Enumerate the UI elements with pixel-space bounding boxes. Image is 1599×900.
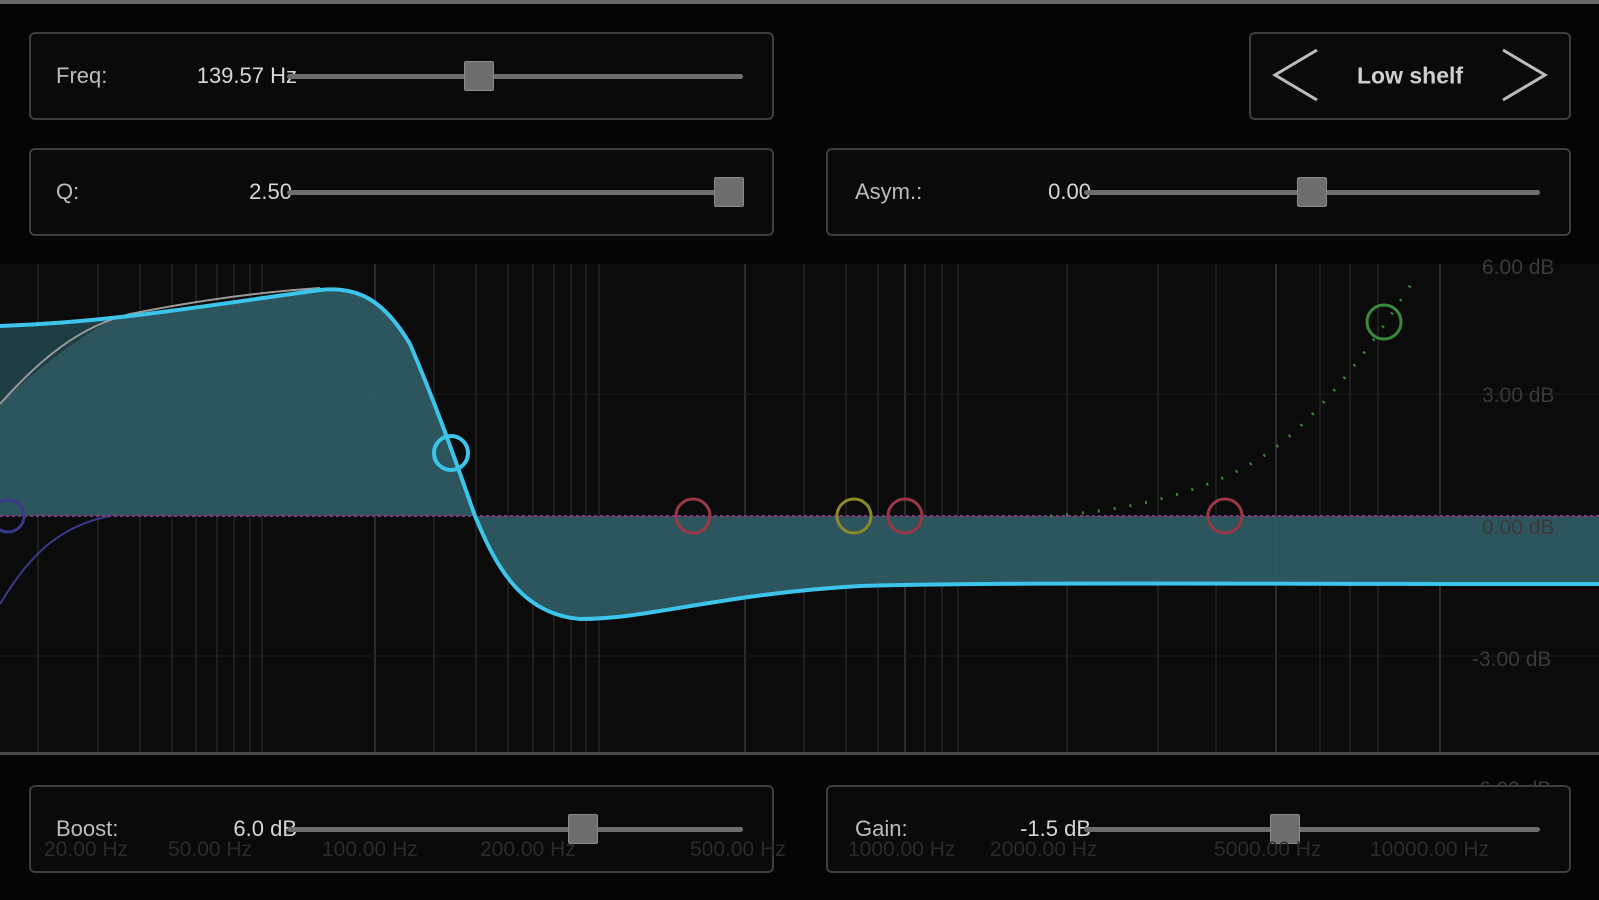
freq-slider-track[interactable] — [287, 74, 743, 79]
freq-label: Freq: — [56, 63, 108, 88]
q-value: 2.50 — [249, 179, 292, 204]
q-slider-track[interactable] — [287, 190, 743, 195]
q-label: Q: — [56, 179, 80, 204]
freq-label-5000: 5000.00 Hz — [1214, 838, 1322, 861]
graph-bottom-border — [0, 752, 1599, 755]
asym-control: Asym.: 0.00 — [826, 148, 1571, 236]
db-label-6: 6.00 dB — [1482, 256, 1555, 279]
freq-label-50: 50.00 Hz — [168, 838, 253, 861]
top-border — [0, 0, 1599, 4]
chevron-right-icon[interactable] — [1495, 44, 1555, 106]
freq-label-200: 200.00 Hz — [480, 838, 576, 861]
freq-label-100: 100.00 Hz — [322, 838, 418, 861]
db-label-3: 3.00 dB — [1482, 384, 1555, 407]
q-control: Q: 2.50 — [29, 148, 774, 236]
boost-slider-track[interactable] — [287, 827, 743, 832]
q-slider-thumb[interactable] — [714, 177, 745, 207]
gain-slider-track[interactable] — [1084, 827, 1540, 832]
freq-label-1000: 1000.00 Hz — [848, 838, 956, 861]
freq-value: 139.57 Hz — [196, 63, 297, 88]
eq-response-graph[interactable] — [0, 264, 1599, 754]
freq-control: Freq: 139.57 Hz — [29, 32, 774, 120]
freq-label-10000: 10000.00 Hz — [1370, 838, 1490, 861]
db-label-minus-3: -3.00 dB — [1472, 648, 1552, 671]
freq-label-20: 20.00 Hz — [44, 838, 129, 861]
asym-label: Asym.: — [855, 179, 923, 204]
freq-slider-thumb[interactable] — [463, 61, 494, 91]
freq-label-2000: 2000.00 Hz — [990, 838, 1098, 861]
asym-slider-thumb[interactable] — [1297, 177, 1327, 207]
freq-label-500: 500.00 Hz — [690, 838, 786, 861]
db-label-0: 0.00 dB — [1482, 516, 1555, 539]
filter-type-selector: Low shelf — [1249, 32, 1571, 120]
